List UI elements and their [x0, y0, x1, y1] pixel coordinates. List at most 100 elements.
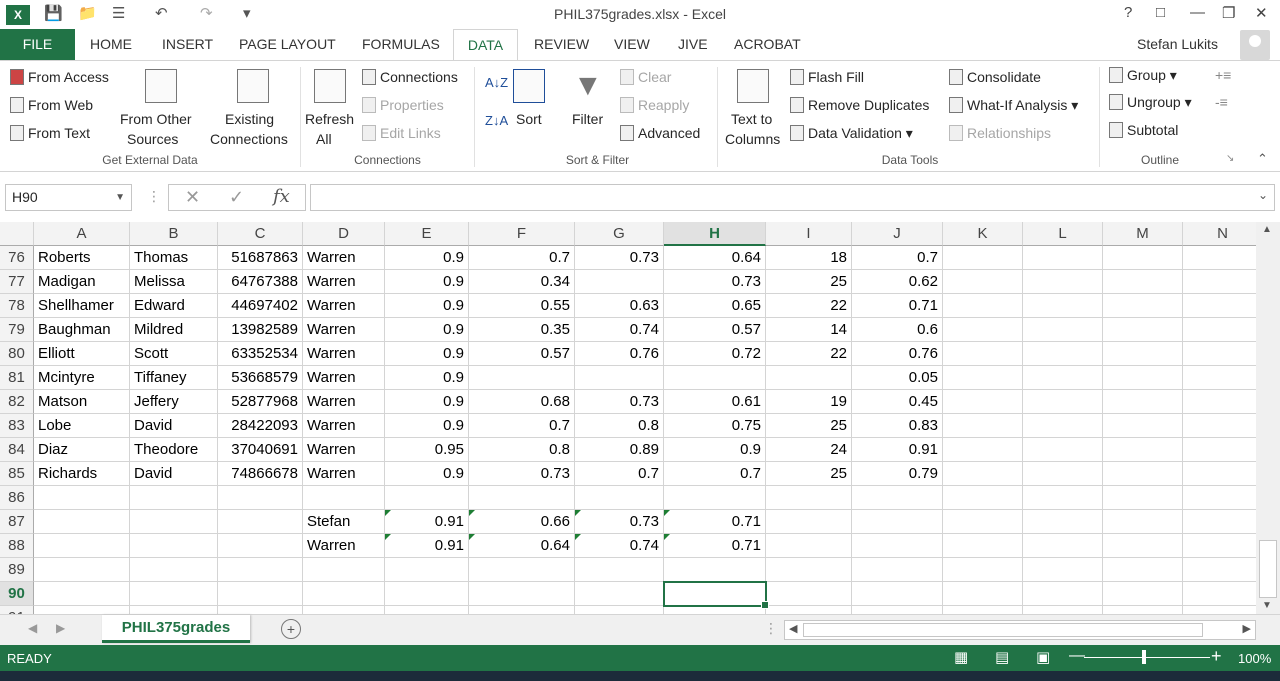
cell-k89[interactable]: [943, 558, 1023, 582]
cell-n80[interactable]: [1183, 342, 1256, 366]
cell-k82[interactable]: [943, 390, 1023, 414]
tab-data[interactable]: DATA: [453, 29, 518, 61]
cell-c83[interactable]: 28422093: [218, 414, 303, 438]
cell-m84[interactable]: [1103, 438, 1183, 462]
scroll-down-icon[interactable]: ▼: [1262, 600, 1272, 611]
cell-n83[interactable]: [1183, 414, 1256, 438]
cell-b83[interactable]: David: [130, 414, 218, 438]
properties-button[interactable]: Properties: [362, 97, 444, 113]
from-web-button[interactable]: From Web: [10, 97, 93, 113]
cell-m85[interactable]: [1103, 462, 1183, 486]
from-access-button[interactable]: From Access: [10, 69, 109, 85]
column-header-d[interactable]: D: [303, 222, 385, 246]
row-header-85[interactable]: 85: [0, 462, 34, 486]
cell-c79[interactable]: 13982589: [218, 318, 303, 342]
cell-n78[interactable]: [1183, 294, 1256, 318]
cell-g86[interactable]: [575, 486, 664, 510]
cell-h86[interactable]: [664, 486, 766, 510]
cell-j88[interactable]: [852, 534, 943, 558]
cell-a88[interactable]: [34, 534, 130, 558]
cell-i79[interactable]: 14: [766, 318, 852, 342]
ungroup-button[interactable]: Ungroup ▾: [1109, 94, 1192, 111]
cell-j76[interactable]: 0.7: [852, 246, 943, 270]
cell-i85[interactable]: 25: [766, 462, 852, 486]
column-header-g[interactable]: G: [575, 222, 664, 246]
cell-g78[interactable]: 0.63: [575, 294, 664, 318]
cell-g84[interactable]: 0.89: [575, 438, 664, 462]
cell-b79[interactable]: Mildred: [130, 318, 218, 342]
row-header-79[interactable]: 79: [0, 318, 34, 342]
next-sheet-icon[interactable]: ▶: [56, 621, 65, 635]
cell-i88[interactable]: [766, 534, 852, 558]
cell-j87[interactable]: [852, 510, 943, 534]
cell-d82[interactable]: Warren: [303, 390, 385, 414]
cell-j86[interactable]: [852, 486, 943, 510]
cell-b81[interactable]: Tiffaney: [130, 366, 218, 390]
cell-n87[interactable]: [1183, 510, 1256, 534]
column-header-k[interactable]: K: [943, 222, 1023, 246]
cell-h81[interactable]: [664, 366, 766, 390]
cell-m89[interactable]: [1103, 558, 1183, 582]
cell-m87[interactable]: [1103, 510, 1183, 534]
outline-launcher-icon[interactable]: ↘: [1226, 153, 1234, 164]
cell-a79[interactable]: Baughman: [34, 318, 130, 342]
column-header-j[interactable]: J: [852, 222, 943, 246]
column-header-l[interactable]: L: [1023, 222, 1103, 246]
column-header-n[interactable]: N: [1183, 222, 1256, 246]
cell-l86[interactable]: [1023, 486, 1103, 510]
cell-j83[interactable]: 0.83: [852, 414, 943, 438]
cell-k77[interactable]: [943, 270, 1023, 294]
cell-m78[interactable]: [1103, 294, 1183, 318]
cell-m81[interactable]: [1103, 366, 1183, 390]
cell-h87[interactable]: 0.71: [664, 510, 766, 534]
cell-k78[interactable]: [943, 294, 1023, 318]
cell-i91[interactable]: [766, 606, 852, 614]
cell-l79[interactable]: [1023, 318, 1103, 342]
show-detail-icon[interactable]: +≡: [1215, 67, 1231, 83]
cell-c88[interactable]: [218, 534, 303, 558]
cell-l77[interactable]: [1023, 270, 1103, 294]
avatar[interactable]: [1240, 30, 1270, 60]
cell-h91[interactable]: [664, 606, 766, 614]
from-text-button[interactable]: From Text: [10, 125, 90, 141]
prev-sheet-icon[interactable]: ◀: [28, 621, 37, 635]
row-header-90[interactable]: 90: [0, 582, 34, 606]
cell-h85[interactable]: 0.7: [664, 462, 766, 486]
page-layout-view-icon[interactable]: ▤: [995, 648, 1009, 666]
cell-n86[interactable]: [1183, 486, 1256, 510]
sort-button[interactable]: Sort: [516, 111, 542, 127]
cell-g91[interactable]: [575, 606, 664, 614]
cell-g79[interactable]: 0.74: [575, 318, 664, 342]
what-if-analysis-button[interactable]: What-If Analysis ▾: [949, 97, 1078, 114]
cell-n91[interactable]: [1183, 606, 1256, 614]
cell-j91[interactable]: [852, 606, 943, 614]
cell-f80[interactable]: 0.57: [469, 342, 575, 366]
cell-h80[interactable]: 0.72: [664, 342, 766, 366]
cell-n89[interactable]: [1183, 558, 1256, 582]
zoom-slider[interactable]: [1084, 657, 1210, 658]
ribbon-display-icon[interactable]: □: [1156, 4, 1165, 21]
cell-b87[interactable]: [130, 510, 218, 534]
row-header-81[interactable]: 81: [0, 366, 34, 390]
remove-duplicates-button[interactable]: Remove Duplicates: [790, 97, 929, 113]
cell-c90[interactable]: [218, 582, 303, 606]
cell-d78[interactable]: Warren: [303, 294, 385, 318]
minimize-icon[interactable]: —: [1190, 4, 1205, 21]
cell-j81[interactable]: 0.05: [852, 366, 943, 390]
cell-e90[interactable]: [385, 582, 469, 606]
cell-h88[interactable]: 0.71: [664, 534, 766, 558]
cell-f85[interactable]: 0.73: [469, 462, 575, 486]
cell-b76[interactable]: Thomas: [130, 246, 218, 270]
cell-i82[interactable]: 19: [766, 390, 852, 414]
column-header-c[interactable]: C: [218, 222, 303, 246]
cell-m90[interactable]: [1103, 582, 1183, 606]
cell-m80[interactable]: [1103, 342, 1183, 366]
cell-m79[interactable]: [1103, 318, 1183, 342]
cell-m88[interactable]: [1103, 534, 1183, 558]
cell-n79[interactable]: [1183, 318, 1256, 342]
expand-formula-bar-icon[interactable]: ⌄: [1258, 188, 1268, 202]
column-header-h[interactable]: H: [664, 222, 766, 246]
cell-e91[interactable]: [385, 606, 469, 614]
cell-k81[interactable]: [943, 366, 1023, 390]
cell-a77[interactable]: Madigan: [34, 270, 130, 294]
